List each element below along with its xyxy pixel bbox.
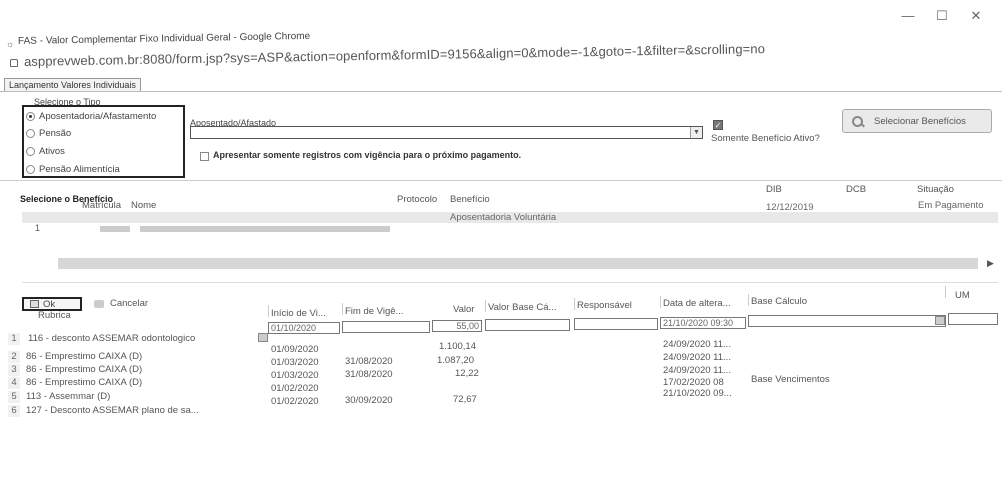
row-number: 6 xyxy=(8,405,20,417)
base-calculo-cell: Base Vencimentos xyxy=(751,374,830,385)
tab-divider xyxy=(0,91,1002,92)
radio-label: Pensão Alimentícia xyxy=(39,163,120,175)
col-dib[interactable]: DIB xyxy=(766,184,782,195)
close-button[interactable]: ✕ xyxy=(961,8,991,24)
col-rubrica[interactable]: Rubrica xyxy=(38,310,71,321)
table-row[interactable]: 6 127 - Desconto ASSEMAR plano de sa... xyxy=(0,405,1002,417)
section-divider xyxy=(0,180,1002,181)
rubrica-cell: 86 - Emprestimo CAIXA (D) xyxy=(26,364,143,375)
rubrica-cell: 127 - Desconto ASSEMAR plano de sa... xyxy=(26,405,199,416)
column-divider xyxy=(268,305,269,317)
tipo-select[interactable]: ▼ xyxy=(190,126,703,139)
redacted-matricula xyxy=(100,226,130,232)
col-protocolo[interactable]: Protocolo xyxy=(397,194,437,205)
column-divider xyxy=(945,286,946,298)
somente-ativo-label: Somente Benefício Ativo? xyxy=(711,133,820,144)
col-beneficio[interactable]: Benefício xyxy=(450,194,490,205)
horizontal-scrollbar[interactable] xyxy=(58,258,978,269)
col-inicio[interactable]: Início de Vi... xyxy=(271,308,326,319)
responsavel-input[interactable] xyxy=(574,318,658,330)
radio-icon xyxy=(26,146,35,156)
column-divider xyxy=(660,296,661,308)
valor-input[interactable]: 55,00 xyxy=(432,320,482,332)
rubrica-cell: 116 - desconto ASSEMAR odontologico xyxy=(28,333,196,344)
minimize-button[interactable]: — xyxy=(893,8,923,24)
col-situacao[interactable]: Situação xyxy=(917,184,954,195)
vigencia-checkbox[interactable] xyxy=(200,152,209,161)
valor-base-input[interactable] xyxy=(485,319,570,331)
data-cell: 24/09/2020 11... xyxy=(663,352,731,363)
beneficio-header: Matrícula Nome Protocolo Benefício DIB D… xyxy=(0,184,1002,211)
grid-divider xyxy=(22,282,998,283)
radio-label: Aposentadoria/Afastamento xyxy=(39,110,157,122)
col-base-calculo[interactable]: Base Cálculo xyxy=(751,296,807,307)
radio-label: Pensão xyxy=(39,127,72,139)
rubrica-cell: 86 - Emprestimo CAIXA (D) xyxy=(26,351,143,362)
rubrica-cell: 113 - Assemmar (D) xyxy=(26,391,111,402)
col-responsavel[interactable]: Responsável xyxy=(577,300,632,311)
table-row[interactable]: 5 113 - Assemmar (D) 01/02/2020 30/09/20… xyxy=(0,388,1002,407)
radio-pensao-alimenticia[interactable]: Pensão Alimentícia xyxy=(26,162,120,176)
rubrica-cell: 86 - Emprestimo CAIXA (D) xyxy=(26,377,143,388)
somente-ativo-checkbox[interactable]: ✓ xyxy=(713,120,723,130)
table-row[interactable]: 1 116 - desconto ASSEMAR odontologico 01… xyxy=(0,333,1002,355)
data-cell: 17/02/2020 08 xyxy=(663,377,724,388)
valor-cell: 72,67 xyxy=(453,394,477,405)
data-alteracao-input[interactable]: 21/10/2020 09:30 xyxy=(660,317,746,329)
radio-selected-icon xyxy=(26,111,35,121)
col-dcb[interactable]: DCB xyxy=(846,184,866,195)
row-number: 1 xyxy=(8,333,20,345)
row-number: 1 xyxy=(35,223,41,233)
col-matricula[interactable]: Matrícula xyxy=(82,200,121,211)
radio-icon xyxy=(26,164,35,174)
column-divider xyxy=(342,303,343,315)
row-number: 2 xyxy=(8,351,20,363)
chevron-down-icon[interactable]: ▼ xyxy=(690,127,702,138)
base-calculo-input[interactable] xyxy=(748,315,946,327)
data-cell: 21/10/2020 09... xyxy=(663,388,732,399)
col-um[interactable]: UM xyxy=(955,290,970,301)
dib-cell: 12/12/2019 xyxy=(766,202,814,213)
lock-icon xyxy=(10,59,18,67)
col-fim[interactable]: Fim de Vigê... xyxy=(345,306,403,317)
beneficio-cell: Aposentadoria Voluntária xyxy=(450,212,557,223)
col-valor[interactable]: Valor xyxy=(453,304,474,315)
tab-lancamento[interactable]: Lançamento Valores Individuais xyxy=(4,78,141,92)
column-divider xyxy=(574,298,575,310)
data-cell: 24/09/2020 11... xyxy=(663,339,731,350)
base-calculo-dropdown-icon[interactable] xyxy=(935,316,945,325)
radio-pensao[interactable]: Pensão xyxy=(26,126,71,140)
situacao-cell: Em Pagamento xyxy=(918,200,984,211)
fim-vigencia-input[interactable] xyxy=(342,321,430,333)
maximize-button[interactable]: ☐ xyxy=(927,8,957,24)
table-row[interactable]: 2 86 - Emprestimo CAIXA (D) 01/03/2020 3… xyxy=(0,351,1002,368)
col-nome[interactable]: Nome xyxy=(131,200,156,211)
col-data-alteracao[interactable]: Data de altera... xyxy=(663,298,731,309)
row-number: 3 xyxy=(8,364,20,376)
um-input[interactable] xyxy=(948,313,998,325)
column-divider xyxy=(748,294,749,306)
chrome-icon: ☼ xyxy=(6,39,15,49)
selecionar-beneficios-button[interactable]: Selecionar Benefícios xyxy=(842,109,992,133)
vigencia-label: Apresentar somente registros com vigênci… xyxy=(213,150,522,160)
radio-aposentadoria[interactable]: Aposentadoria/Afastamento xyxy=(26,109,156,123)
row-number: 5 xyxy=(8,391,20,403)
redacted-nome xyxy=(140,226,390,232)
column-divider xyxy=(485,300,486,312)
radio-ativos[interactable]: Ativos xyxy=(26,144,65,158)
scroll-right-icon[interactable]: ▶ xyxy=(987,258,994,269)
radio-icon xyxy=(26,128,35,138)
radio-label: Ativos xyxy=(39,145,65,157)
table-row[interactable]: 4 86 - Emprestimo CAIXA (D) 01/02/2020 1… xyxy=(0,374,1002,394)
col-valor-base[interactable]: Valor Base Cá... xyxy=(488,302,556,313)
table-row[interactable]: 3 86 - Emprestimo CAIXA (D) 01/03/2020 3… xyxy=(0,364,1002,381)
search-icon xyxy=(851,115,864,128)
row-number: 4 xyxy=(8,377,20,389)
data-cell: 24/09/2020 11... xyxy=(663,365,731,376)
selecionar-beneficios-label: Selecionar Benefícios xyxy=(874,115,966,127)
